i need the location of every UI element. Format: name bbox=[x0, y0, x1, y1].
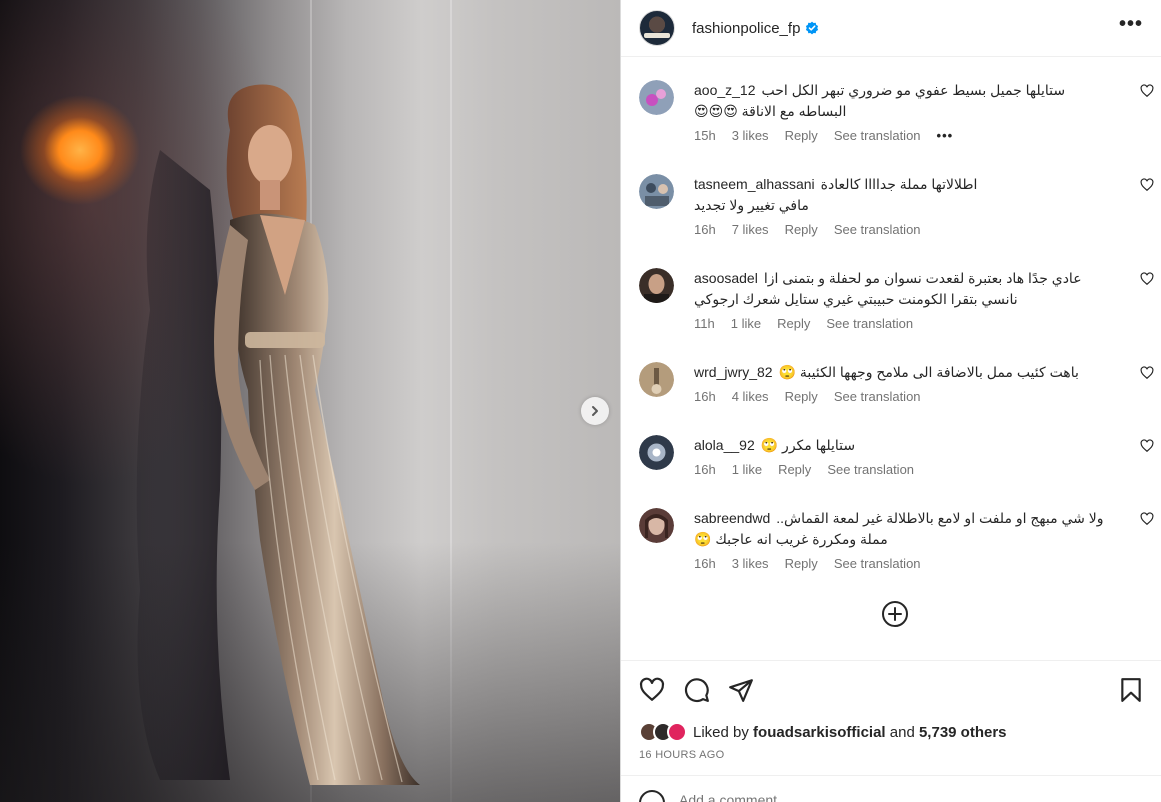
commenter-username[interactable]: aoo_z_12 bbox=[694, 82, 756, 98]
liked-by-and: and bbox=[889, 723, 915, 741]
see-translation-button[interactable]: See translation bbox=[827, 462, 914, 477]
likes-summary: Liked by fouadsarkisofficial and 5,739 o… bbox=[639, 720, 1007, 744]
commenter-username[interactable]: tasneem_alhassani bbox=[694, 176, 815, 192]
comment-like-heart-icon[interactable] bbox=[1140, 512, 1154, 526]
plus-circle-icon[interactable] bbox=[881, 600, 909, 628]
comment-like-heart-icon[interactable] bbox=[1140, 272, 1154, 286]
reply-button[interactable]: Reply bbox=[785, 389, 818, 404]
reply-button[interactable]: Reply bbox=[777, 316, 810, 331]
comment-time[interactable]: 16h bbox=[694, 556, 716, 571]
reply-button[interactable]: Reply bbox=[778, 462, 811, 477]
commenter-avatar[interactable] bbox=[639, 508, 674, 543]
commenter-avatar[interactable] bbox=[639, 435, 674, 470]
reply-button[interactable]: Reply bbox=[785, 556, 818, 571]
post-actions-bar bbox=[621, 660, 1161, 720]
send-icon[interactable] bbox=[728, 677, 754, 703]
comment-time[interactable]: 16h bbox=[694, 389, 716, 404]
comment-likes[interactable]: 7 likes bbox=[732, 222, 769, 237]
comment-time[interactable]: 16h bbox=[694, 462, 716, 477]
post-details-panel: fashionpolice_fp ••• aoo_z_12 ستايلها جمي… bbox=[620, 0, 1161, 802]
see-translation-button[interactable]: See translation bbox=[826, 316, 913, 331]
comment-like-heart-icon[interactable] bbox=[1140, 366, 1154, 380]
commenter-username[interactable]: sabreendwd bbox=[694, 510, 770, 526]
see-translation-button[interactable]: See translation bbox=[834, 128, 921, 143]
heart-icon[interactable] bbox=[639, 677, 665, 703]
comment-like-heart-icon[interactable] bbox=[1140, 178, 1154, 192]
commenter-username[interactable]: alola__92 bbox=[694, 437, 755, 453]
reply-button[interactable]: Reply bbox=[785, 128, 818, 143]
comment-input[interactable] bbox=[679, 792, 1079, 802]
post-media[interactable] bbox=[0, 0, 620, 802]
commenter-avatar[interactable] bbox=[639, 80, 674, 115]
comment-time[interactable]: 15h bbox=[694, 128, 716, 143]
author-username[interactable]: fashionpolice_fp bbox=[692, 20, 800, 37]
photo-subject-figure bbox=[136, 84, 420, 786]
comment-time[interactable]: 11h bbox=[694, 316, 715, 331]
comment-likes[interactable]: 4 likes bbox=[732, 389, 769, 404]
post-header: fashionpolice_fp ••• bbox=[621, 0, 1161, 57]
comment-text: ستايلها مكرر 🙄 bbox=[760, 437, 856, 453]
comment-text: باهت كئيب ممل بالاضافة الى ملامح وجهها ا… bbox=[778, 364, 1079, 380]
commenter-username[interactable]: wrd_jwry_82 bbox=[694, 364, 773, 380]
post-timestamp[interactable]: 16 HOURS AGO bbox=[639, 749, 725, 761]
commenter-avatar[interactable] bbox=[639, 268, 674, 303]
comments-list[interactable]: aoo_z_12 ستايلها جميل بسيط عفوي مو ضروري … bbox=[621, 58, 1161, 660]
comment-like-heart-icon[interactable] bbox=[1140, 84, 1154, 98]
commenter-username[interactable]: asoosadel bbox=[694, 270, 758, 286]
liked-by-label: Liked by bbox=[693, 723, 749, 741]
see-translation-button[interactable]: See translation bbox=[834, 222, 921, 237]
comment-likes[interactable]: 3 likes bbox=[732, 128, 769, 143]
next-image-button[interactable] bbox=[581, 397, 609, 425]
add-comment-bar bbox=[621, 775, 1161, 802]
chevron-right-icon bbox=[592, 406, 598, 416]
more-options-icon[interactable]: ••• bbox=[1119, 14, 1143, 37]
comment-likes[interactable]: 1 like bbox=[731, 316, 761, 331]
comment-time[interactable]: 16h bbox=[694, 222, 716, 237]
author-avatar[interactable] bbox=[639, 10, 675, 46]
liked-by-user-link[interactable]: fouadsarkisofficial bbox=[753, 724, 886, 741]
emoji-icon[interactable] bbox=[639, 790, 665, 802]
liker-avatar[interactable] bbox=[667, 722, 687, 742]
see-translation-button[interactable]: See translation bbox=[834, 556, 921, 571]
comment-like-heart-icon[interactable] bbox=[1140, 439, 1154, 453]
comment-likes[interactable]: 1 like bbox=[732, 462, 762, 477]
comment-likes[interactable]: 3 likes bbox=[732, 556, 769, 571]
reply-button[interactable]: Reply bbox=[785, 222, 818, 237]
bookmark-icon[interactable] bbox=[1118, 677, 1144, 703]
verified-badge-icon bbox=[806, 21, 819, 35]
comment-bubble-icon[interactable] bbox=[684, 677, 710, 703]
liked-by-others-link[interactable]: 5,739 others bbox=[919, 724, 1007, 741]
comment-more-icon[interactable]: ••• bbox=[937, 128, 954, 143]
see-translation-button[interactable]: See translation bbox=[834, 389, 921, 404]
commenter-avatar[interactable] bbox=[639, 174, 674, 209]
commenter-avatar[interactable] bbox=[639, 362, 674, 397]
liked-by-text: Liked by fouadsarkisofficial and 5,739 o… bbox=[693, 724, 1007, 741]
